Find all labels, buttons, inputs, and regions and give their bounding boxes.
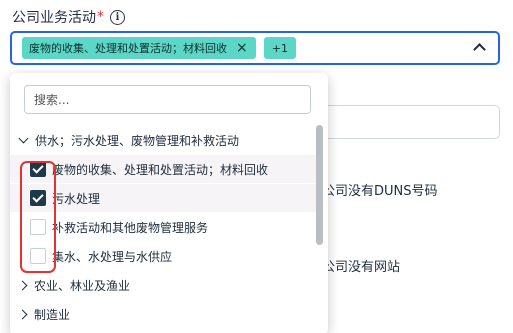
group-manufacturing[interactable]: 制造业 (10, 300, 316, 328)
checkbox-checked[interactable] (30, 190, 46, 206)
chevron-right-icon (17, 309, 28, 319)
no-duns-label: 公司没有DUNS号码 (322, 184, 438, 199)
option-label: 污水处理 (52, 191, 101, 206)
option-label: 补救活动和其他废物管理服务 (52, 220, 209, 235)
checkbox-checked[interactable] (30, 161, 46, 177)
option-label: 废物的收集、处理和处置活动；材料回收 (52, 162, 269, 177)
option-sewage[interactable]: 污水处理 (10, 184, 316, 212)
chevron-up-icon[interactable] (473, 43, 486, 56)
selected-tag-label: 废物的收集、处理和处置活动；材料回收 (29, 42, 227, 55)
group-label: 农业、林业及渔业 (34, 278, 131, 293)
business-activity-label: 公司业务活动 * i (12, 6, 125, 28)
activity-dropdown-panel: 供水；污水处理、废物管理和补救活动 废物的收集、处理和处置活动；材料回收 污水处… (10, 73, 328, 333)
checkbox-unchecked[interactable] (30, 248, 46, 264)
checkbox-unchecked[interactable] (30, 219, 46, 235)
group-water-waste[interactable]: 供水；污水处理、废物管理和补救活动 (10, 126, 316, 154)
more-selected-count[interactable]: +1 (263, 37, 296, 59)
dropdown-search-input[interactable] (24, 85, 311, 114)
no-website-label: 公司没有网站 (322, 260, 401, 275)
selected-tag: 废物的收集、处理和处置活动；材料回收 × (22, 37, 256, 59)
chevron-right-icon (17, 280, 28, 290)
field-label-text: 公司业务活动 (12, 10, 96, 26)
business-activity-select[interactable]: 废物的收集、处理和处置活动；材料回收 × +1 (10, 31, 500, 65)
option-waste-collection[interactable]: 废物的收集、处理和处置活动；材料回收 (10, 155, 316, 183)
info-icon[interactable]: i (110, 9, 125, 25)
dropdown-scrollbar-thumb[interactable] (316, 125, 323, 245)
group-agriculture[interactable]: 农业、林业及渔业 (10, 271, 316, 299)
group-label: 制造业 (34, 307, 71, 322)
option-remediation[interactable]: 补救活动和其他废物管理服务 (10, 213, 316, 241)
required-mark: * (97, 9, 104, 25)
chevron-down-icon (18, 133, 29, 143)
option-label: 集水、水处理与水供应 (52, 249, 173, 264)
remove-tag-icon[interactable]: × (236, 41, 248, 55)
group-label: 供水；污水处理、废物管理和补救活动 (35, 133, 240, 148)
option-water-supply[interactable]: 集水、水处理与水供应 (10, 242, 316, 270)
